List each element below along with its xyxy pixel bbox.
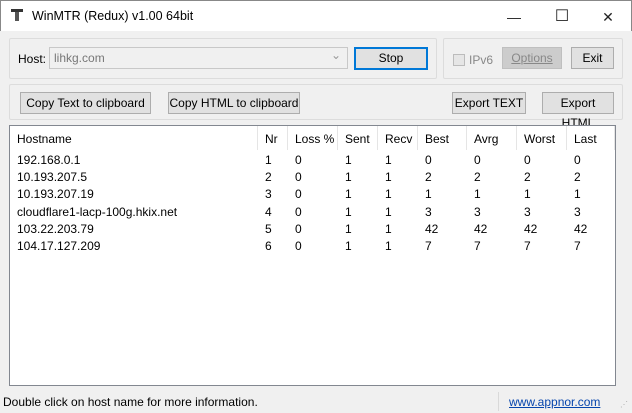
table-cell: 1 (524, 187, 531, 202)
table-cell: 1 (385, 153, 392, 167)
table-cell: 3 (425, 204, 432, 219)
column-header-avrg[interactable]: Avrg (467, 126, 517, 150)
stop-button[interactable]: Stop (354, 47, 428, 70)
table-row[interactable]: cloudflare1-lacp-100g.hkix.net 4 0 1 1 3 3 3 3 (10, 204, 615, 221)
table-cell: 0 (295, 221, 302, 236)
table-cell: 1 (385, 221, 392, 236)
table-cell: 1 (385, 170, 392, 185)
table-cell: 2 (425, 170, 432, 185)
table-cell: 0 (295, 239, 302, 253)
table-cell: 5 (265, 221, 272, 236)
table-cell: 42 (425, 221, 439, 236)
table-cell: 0 (295, 170, 302, 185)
table-cell: 6 (265, 239, 272, 253)
table-row[interactable]: 104.17.127.209 6 0 1 1 7 7 7 7 (10, 238, 615, 255)
column-header-sent[interactable]: Sent (338, 126, 378, 150)
minimize-button[interactable]: — (491, 5, 537, 29)
chevron-down-icon[interactable]: ⌄ (331, 45, 341, 65)
table-cell: 192.168.0.1 (17, 153, 81, 167)
column-header-recv[interactable]: Recv (378, 126, 418, 150)
export-html-button[interactable]: Export HTML (542, 92, 614, 130)
table-cell: 0 (295, 187, 302, 202)
table-cell: 1 (385, 187, 392, 202)
ipv6-checkbox[interactable] (453, 54, 465, 66)
status-bar: Double click on host name for more infor… (0, 390, 632, 413)
table-cell: 42 (524, 221, 538, 236)
table-cell: cloudflare1-lacp-100g.hkix.net (17, 204, 178, 219)
table-cell: 0 (574, 153, 581, 167)
table-cell: 1 (345, 204, 352, 219)
status-divider (498, 392, 499, 411)
table-cell: 0 (524, 153, 531, 167)
table-cell: 1 (474, 187, 481, 202)
table-cell: 0 (295, 153, 302, 167)
table-cell: 7 (425, 239, 432, 253)
table-row[interactable]: 10.193.207.19 3 0 1 1 1 1 1 1 (10, 186, 615, 203)
exit-button[interactable]: Exit (571, 47, 614, 69)
table-cell: 0 (474, 153, 481, 167)
app-icon (11, 9, 23, 21)
table-cell: 0 (295, 204, 302, 219)
table-cell: 3 (474, 204, 481, 219)
table-cell: 104.17.127.209 (17, 239, 101, 253)
appnor-link[interactable]: www.appnor.com (509, 395, 600, 409)
window-title: WinMTR (Redux) v1.00 64bit (32, 9, 194, 23)
table-cell: 1 (345, 153, 352, 167)
table-cell: 1 (425, 187, 432, 202)
status-message: Double click on host name for more infor… (3, 395, 258, 409)
table-cell: 3 (265, 187, 272, 202)
table-cell: 1 (265, 153, 272, 167)
column-header-nr[interactable]: Nr (258, 126, 288, 150)
table-cell: 1 (385, 204, 392, 219)
column-header-loss[interactable]: Loss % (288, 126, 338, 150)
table-cell: 1 (574, 187, 581, 202)
table-row[interactable]: 103.22.203.79 5 0 1 1 42 42 42 42 (10, 221, 615, 238)
table-cell: 3 (524, 204, 531, 219)
table-cell: 2 (265, 170, 272, 185)
table-cell: 4 (265, 204, 272, 219)
table-cell: 7 (524, 239, 531, 253)
column-header-last[interactable]: Last (567, 126, 615, 150)
table-cell: 10.193.207.5 (17, 170, 88, 185)
table-cell: 7 (574, 239, 581, 253)
table-cell: 1 (345, 170, 352, 185)
host-label: Host: (18, 52, 47, 66)
column-header-worst[interactable]: Worst (517, 126, 567, 150)
table-cell: 0 (425, 153, 432, 167)
host-input[interactable]: lihkg.com ⌄ (49, 47, 348, 69)
column-header-best[interactable]: Best (418, 126, 467, 150)
table-cell: 1 (345, 239, 352, 253)
table-cell: 7 (474, 239, 481, 253)
copy-text-button[interactable]: Copy Text to clipboard (20, 92, 151, 114)
results-table[interactable]: Hostname Nr Loss % Sent Recv Best Avrg Worst Las… (9, 125, 616, 386)
resize-grip-icon[interactable]: ⋰ (620, 400, 628, 409)
host-value: lihkg.com (54, 51, 105, 65)
close-button[interactable]: ✕ (585, 5, 631, 29)
options-button[interactable]: Options (502, 47, 562, 69)
table-cell: 2 (574, 170, 581, 185)
table-cell: 42 (574, 221, 588, 236)
table-cell: 10.193.207.19 (17, 187, 94, 202)
export-text-button[interactable]: Export TEXT (452, 92, 526, 114)
options-label: Options (511, 51, 553, 65)
maximize-button[interactable]: ☐ (539, 5, 585, 29)
table-cell: 103.22.203.79 (17, 221, 94, 236)
copy-html-button[interactable]: Copy HTML to clipboard (168, 92, 300, 114)
ipv6-label: IPv6 (469, 53, 494, 67)
table-row[interactable]: 192.168.0.1 1 0 1 1 0 0 0 0 (10, 152, 615, 169)
table-cell: 3 (574, 204, 581, 219)
table-row[interactable]: 10.193.207.5 2 0 1 1 2 2 2 2 (10, 169, 615, 186)
table-cell: 2 (474, 170, 481, 185)
column-header-hostname[interactable]: Hostname (10, 126, 258, 150)
table-cell: 1 (385, 239, 392, 253)
title-bar: WinMTR (Redux) v1.00 64bit — ☐ ✕ (0, 0, 632, 31)
table-cell: 1 (345, 187, 352, 202)
table-cell: 2 (524, 170, 531, 185)
table-cell: 1 (345, 221, 352, 236)
table-cell: 42 (474, 221, 488, 236)
